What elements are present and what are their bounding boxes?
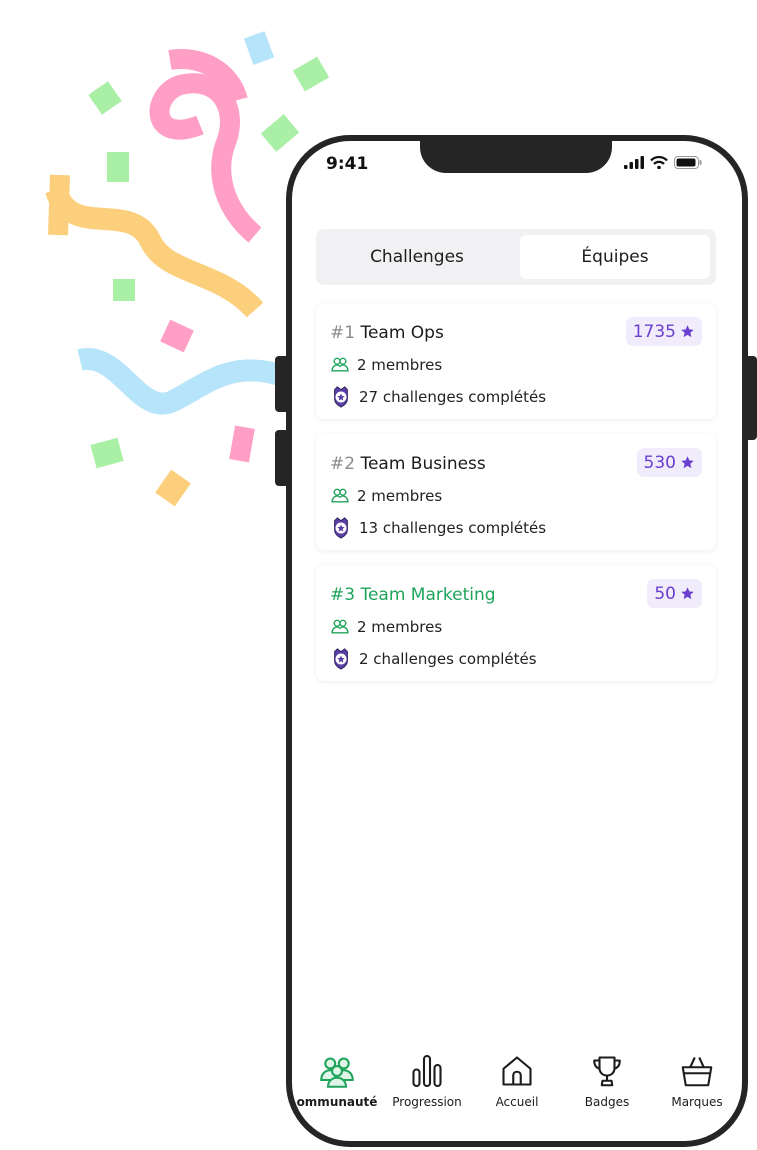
- challenges-count: 13 challenges complétés: [359, 519, 547, 537]
- members-icon: [331, 619, 349, 634]
- team-card-highlighted[interactable]: #3 Team Marketing 50 2 membres 2 challen…: [316, 565, 716, 681]
- members-row: 2 membres: [330, 617, 442, 637]
- points-value: 530: [643, 452, 676, 473]
- team-name: Team Marketing: [360, 585, 496, 605]
- home-icon: [502, 1056, 532, 1086]
- challenges-row: 13 challenges complétés: [330, 517, 546, 539]
- status-icons: [624, 156, 702, 169]
- nav-item-communaute[interactable]: ommunauté: [292, 1053, 382, 1109]
- star-icon: [681, 456, 694, 469]
- members-row: 2 membres: [330, 486, 442, 506]
- nav-item-badges[interactable]: Badges: [562, 1053, 652, 1109]
- team-card[interactable]: #1 Team Ops 1735 2 membres 27 challenges…: [316, 303, 716, 419]
- nav-label: Badges: [584, 1095, 630, 1109]
- challenge-medal-icon: [334, 386, 348, 408]
- members-row: 2 membres: [330, 355, 442, 375]
- status-time: 9:41: [326, 154, 369, 174]
- challenges-count: 27 challenges complétés: [359, 388, 547, 406]
- members-count: 2 membres: [357, 487, 443, 505]
- team-name: Team Ops: [360, 323, 444, 343]
- team-rank: #1: [330, 323, 356, 343]
- phone-frame: 9:41 Challenges Équipes #1 Team Ops 1735…: [286, 135, 748, 1147]
- nav-label: Progression: [392, 1095, 462, 1109]
- team-card[interactable]: #2 Team Business 530 2 membres 13 challe…: [316, 434, 716, 550]
- members-count: 2 membres: [357, 356, 443, 374]
- nav-label: ommunauté: [296, 1095, 378, 1109]
- team-title: #3 Team Marketing: [330, 585, 496, 605]
- nav-label: Marques: [671, 1095, 723, 1109]
- tab-equipes[interactable]: Équipes: [520, 235, 710, 279]
- battery-icon: [674, 156, 702, 169]
- nav-item-progression[interactable]: Progression: [382, 1053, 472, 1109]
- trophy-icon: [593, 1056, 621, 1087]
- points-badge: 50: [647, 579, 702, 608]
- members-icon: [331, 488, 349, 503]
- members-icon: [331, 357, 349, 372]
- team-title: #1 Team Ops: [330, 323, 444, 343]
- wifi-icon: [650, 156, 668, 169]
- members-count: 2 membres: [357, 618, 443, 636]
- challenge-medal-icon: [334, 517, 348, 539]
- nav-item-accueil[interactable]: Accueil: [472, 1053, 562, 1109]
- team-name: Team Business: [360, 454, 486, 474]
- bottom-nav: ommunauté Progression Accueil Badges Mar…: [292, 1053, 742, 1141]
- team-rank: #2: [330, 454, 356, 474]
- star-icon: [681, 587, 694, 600]
- challenges-row: 27 challenges complétés: [330, 386, 546, 408]
- tab-challenges[interactable]: Challenges: [322, 235, 512, 279]
- points-badge: 1735: [625, 317, 702, 346]
- points-badge: 530: [636, 448, 702, 477]
- community-icon: [320, 1057, 354, 1088]
- star-icon: [681, 325, 694, 338]
- segmented-control: Challenges Équipes: [316, 229, 716, 285]
- points-value: 1735: [632, 321, 676, 342]
- team-rank: #3: [330, 585, 356, 605]
- signal-icon: [624, 156, 644, 169]
- points-value: 50: [654, 583, 676, 604]
- nav-label: Accueil: [495, 1095, 539, 1109]
- shopping-bag-icon: [681, 1057, 713, 1087]
- challenges-count: 2 challenges complétés: [359, 650, 537, 668]
- notch: [420, 141, 612, 173]
- team-title: #2 Team Business: [330, 454, 486, 474]
- bar-chart-icon: [412, 1054, 442, 1088]
- challenge-medal-icon: [334, 648, 348, 670]
- nav-item-marques[interactable]: Marques: [652, 1053, 742, 1109]
- phone-screen: 9:41 Challenges Équipes #1 Team Ops 1735…: [292, 141, 742, 1141]
- challenges-row: 2 challenges complétés: [330, 648, 537, 670]
